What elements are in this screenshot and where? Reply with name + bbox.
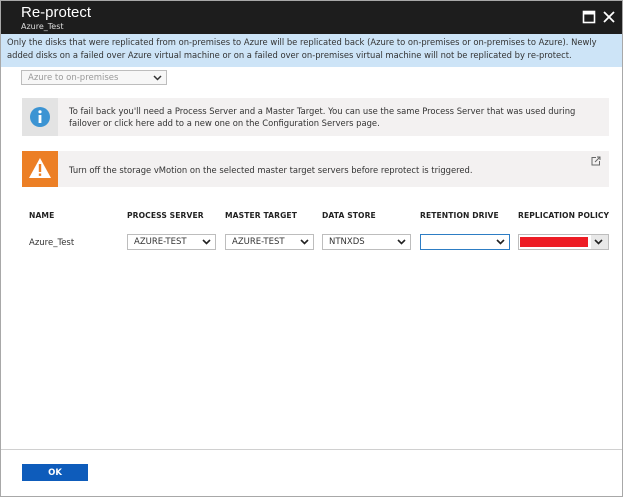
footer-divider	[1, 449, 622, 450]
info-callout[interactable]: To fail back you'll need a Process Serve…	[22, 98, 609, 136]
chevron-down-icon	[397, 239, 406, 245]
master-target-select[interactable]: AZURE-TEST	[225, 234, 314, 250]
header-replication-policy: REPLICATION POLICY	[518, 211, 610, 220]
replication-notice: Only the disks that were replicated from…	[1, 34, 622, 67]
direction-value: Azure to on-premises	[28, 73, 119, 83]
redacted-value	[520, 237, 588, 247]
chevron-down-icon	[594, 239, 603, 245]
chevron-down-icon	[300, 239, 309, 245]
dropdown-button[interactable]	[591, 235, 608, 249]
process-server-select[interactable]: AZURE-TEST	[127, 234, 216, 250]
ok-button[interactable]: OK	[22, 464, 88, 481]
header-name: NAME	[29, 211, 55, 220]
info-icon	[30, 107, 50, 127]
direction-dropdown[interactable]: Azure to on-premises	[21, 70, 167, 85]
blade-subtitle: Azure_Test	[21, 22, 64, 31]
external-link-icon[interactable]	[591, 156, 601, 166]
title-bar: Re-protect Azure_Test	[1, 1, 622, 34]
replication-policy-select[interactable]	[518, 234, 609, 250]
warning-icon	[29, 158, 51, 178]
warning-icon-box	[22, 151, 58, 187]
chevron-down-icon	[153, 75, 162, 81]
info-text: To fail back you'll need a Process Serve…	[69, 106, 576, 128]
close-icon[interactable]	[601, 9, 617, 25]
header-process-server: PROCESS SERVER	[127, 211, 204, 220]
vm-name-cell: Azure_Test	[29, 238, 75, 248]
warning-callout: Turn off the storage vMotion on the sele…	[22, 151, 609, 187]
chevron-down-icon	[202, 239, 211, 245]
info-icon-box	[22, 98, 58, 136]
process-server-value: AZURE-TEST	[134, 237, 187, 247]
header-data-store: DATA STORE	[322, 211, 376, 220]
reprotect-blade: Re-protect Azure_Test Only the disks tha…	[0, 0, 623, 497]
retention-drive-select[interactable]	[420, 234, 510, 250]
warning-text: Turn off the storage vMotion on the sele…	[69, 165, 473, 175]
master-target-value: AZURE-TEST	[232, 237, 285, 247]
chevron-down-icon	[496, 239, 505, 245]
data-store-value: NTNXDS	[329, 237, 365, 247]
blade-title: Re-protect	[21, 4, 92, 21]
header-retention-drive: RETENTION DRIVE	[420, 211, 499, 220]
data-store-select[interactable]: NTNXDS	[322, 234, 411, 250]
maximize-icon[interactable]	[581, 9, 597, 25]
header-master-target: MASTER TARGET	[225, 211, 297, 220]
